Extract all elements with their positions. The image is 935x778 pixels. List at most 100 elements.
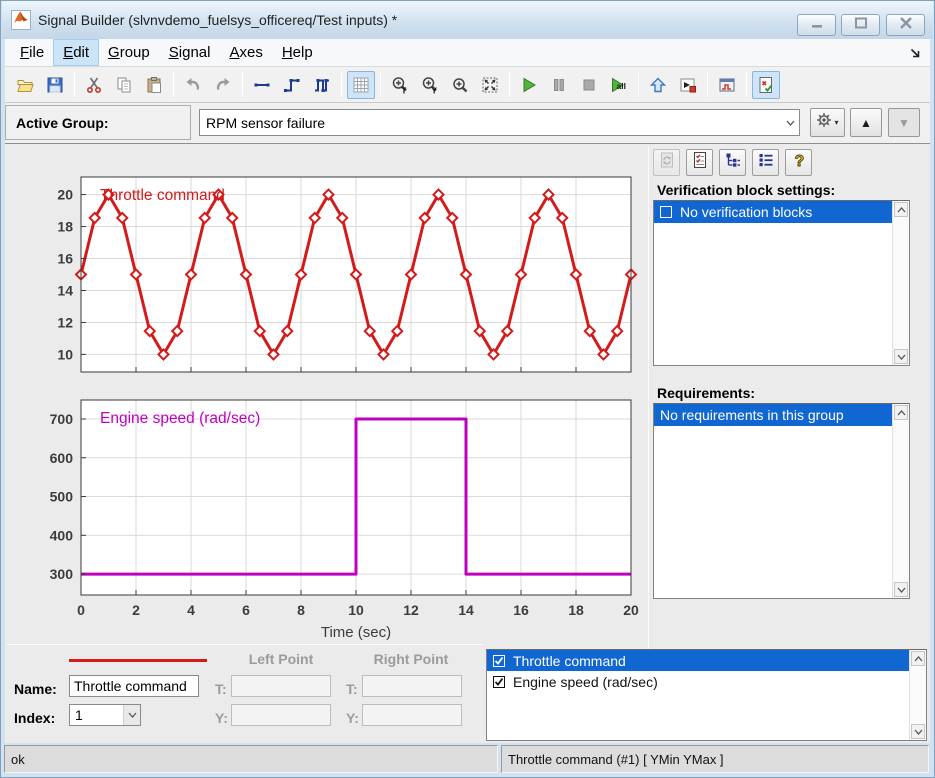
open-button[interactable] xyxy=(11,71,39,99)
move-group-down-button[interactable]: ▼ xyxy=(888,108,920,137)
active-group-combobox[interactable]: RPM sensor failure xyxy=(199,109,800,136)
zoom-t-icon: T xyxy=(391,76,409,94)
list-item[interactable]: Throttle command xyxy=(487,650,909,671)
throttle-command-chart[interactable]: 10 12 14 16 18 20 Throttle command xyxy=(37,168,641,380)
list-item-label: No verification blocks xyxy=(680,204,813,220)
signal-list[interactable]: Throttle command Engine speed (rad/sec) xyxy=(486,649,927,741)
status-selection-info: Throttle command (#1) [ YMin YMax ] xyxy=(501,745,929,773)
requirements-scrollbar[interactable] xyxy=(892,404,909,598)
checked-checkbox-icon[interactable] xyxy=(493,654,505,667)
scroll-up-button[interactable] xyxy=(911,651,925,666)
close-button[interactable] xyxy=(886,14,925,36)
verification-list[interactable]: No verification blocks xyxy=(653,200,910,366)
export-to-model-button[interactable] xyxy=(674,71,702,99)
svg-text:2: 2 xyxy=(132,602,140,618)
matlab-icon xyxy=(11,10,31,30)
tree-view-button[interactable] xyxy=(719,149,746,176)
triangle-up-icon: ▲ xyxy=(860,115,872,130)
paste-button[interactable] xyxy=(140,71,168,99)
svg-text:10: 10 xyxy=(57,346,73,362)
pulse-mode-button[interactable] xyxy=(308,71,336,99)
menu-group[interactable]: Group xyxy=(99,40,159,65)
help-button[interactable]: ? xyxy=(785,149,812,176)
left-t-label: T: xyxy=(215,681,227,697)
verification-settings-label: Verification block settings: xyxy=(657,182,836,198)
menu-help[interactable]: Help xyxy=(273,40,322,65)
scope-button[interactable] xyxy=(713,71,741,99)
chevron-down-icon[interactable] xyxy=(123,705,140,725)
svg-text:T: T xyxy=(402,86,407,94)
undo-button[interactable] xyxy=(179,71,207,99)
right-t-label: T: xyxy=(346,681,358,697)
signal-name-input[interactable] xyxy=(69,675,199,697)
line-mode-button[interactable] xyxy=(248,71,276,99)
right-point-label: Right Point xyxy=(373,651,449,667)
index-label: Index: xyxy=(14,710,56,726)
cut-button[interactable] xyxy=(80,71,108,99)
left-y-input[interactable] xyxy=(231,704,331,726)
svg-text:500: 500 xyxy=(50,489,74,505)
scroll-down-button[interactable] xyxy=(894,582,908,597)
list-item[interactable]: No requirements in this group xyxy=(654,404,892,426)
verification-scrollbar[interactable] xyxy=(892,201,909,365)
svg-text:all: all xyxy=(617,81,626,91)
grid-button[interactable] xyxy=(347,70,375,99)
checked-checkbox-icon[interactable] xyxy=(493,675,505,688)
zoom-t-button[interactable]: T xyxy=(386,71,414,99)
scroll-up-button[interactable] xyxy=(894,202,908,217)
active-group-row: Active Group: RPM sensor failure ▾ ▲ ▼ xyxy=(5,103,930,143)
zoom-y-button[interactable]: Y xyxy=(416,71,444,99)
step-mode-button[interactable] xyxy=(278,71,306,99)
list-item[interactable]: Engine speed (rad/sec) xyxy=(487,671,909,692)
svg-text:Time (sec): Time (sec) xyxy=(321,624,391,641)
dock-arrow-icon[interactable] xyxy=(908,46,922,60)
signal-list-scrollbar[interactable] xyxy=(909,650,926,740)
minimize-button[interactable] xyxy=(797,14,836,36)
menu-axes[interactable]: Axes xyxy=(220,40,271,65)
scroll-up-button[interactable] xyxy=(894,405,908,420)
stop-button[interactable] xyxy=(575,71,603,99)
verification-settings-button[interactable] xyxy=(752,70,780,99)
window-title: Signal Builder (slvnvdemo_fuelsys_office… xyxy=(38,12,398,28)
zoom-button[interactable] xyxy=(446,71,474,99)
svg-text:400: 400 xyxy=(50,527,74,543)
left-t-input[interactable] xyxy=(231,675,331,697)
maximize-button[interactable] xyxy=(841,14,880,36)
group-options-button[interactable]: ▾ xyxy=(810,108,845,137)
right-t-input[interactable] xyxy=(362,675,462,697)
signal-builder-window: Signal Builder (slvnvdemo_fuelsys_office… xyxy=(0,0,935,778)
run-icon xyxy=(520,76,538,94)
redo-button[interactable] xyxy=(209,71,237,99)
engine-speed-chart[interactable]: 300 400 500 600 700 0 2 4 6 8 10 12 14 16 18 20 Time (se… xyxy=(37,391,641,643)
unchecked-checkbox-icon[interactable] xyxy=(660,206,672,218)
list-item[interactable]: No verification blocks xyxy=(654,201,892,223)
save-button[interactable] xyxy=(41,71,69,99)
requirements-list[interactable]: No requirements in this group xyxy=(653,403,910,599)
index-select[interactable]: 1 xyxy=(69,704,141,726)
move-group-up-button[interactable]: ▲ xyxy=(850,108,882,137)
fit-view-button[interactable] xyxy=(476,71,504,99)
menu-file[interactable]: File xyxy=(11,40,53,65)
requirements-label: Requirements: xyxy=(657,385,756,401)
scroll-down-button[interactable] xyxy=(911,724,925,739)
req-doc-icon xyxy=(691,151,709,174)
pulse-mode-icon xyxy=(313,76,331,94)
menu-edit[interactable]: Edit xyxy=(53,39,100,66)
tree-view-icon xyxy=(724,151,742,174)
svg-text:10: 10 xyxy=(348,602,364,618)
list-view-button[interactable] xyxy=(752,149,779,176)
close-icon xyxy=(896,16,916,34)
scroll-down-button[interactable] xyxy=(894,349,908,364)
copy-button[interactable] xyxy=(110,71,138,99)
menu-signal[interactable]: Signal xyxy=(160,40,220,65)
run-all-button[interactable]: all xyxy=(605,71,633,99)
pause-button[interactable] xyxy=(545,71,573,99)
sync-button[interactable] xyxy=(653,149,680,176)
req-doc-button[interactable] xyxy=(686,149,713,176)
up-button[interactable] xyxy=(644,71,672,99)
run-button[interactable] xyxy=(515,71,543,99)
titlebar[interactable]: Signal Builder (slvnvdemo_fuelsys_office… xyxy=(2,1,933,39)
chevron-down-icon[interactable] xyxy=(781,110,799,135)
divider xyxy=(7,644,483,645)
right-y-input[interactable] xyxy=(362,704,462,726)
